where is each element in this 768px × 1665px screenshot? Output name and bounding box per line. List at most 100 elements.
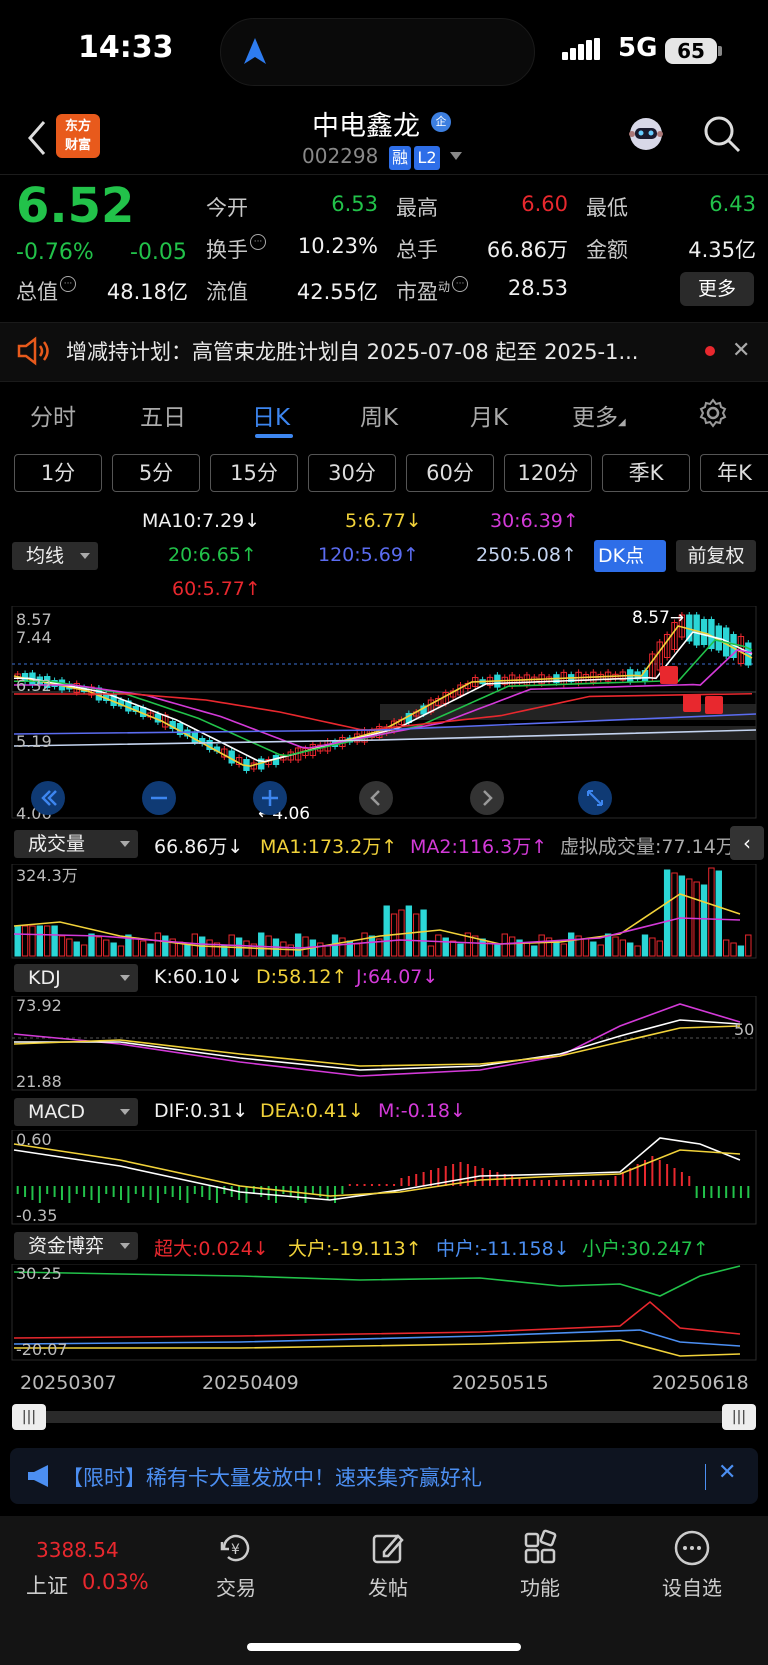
macd-dif: DIF:0.31↓	[154, 1100, 249, 1122]
macd-chart[interactable]	[0, 1130, 768, 1226]
function-icon[interactable]	[520, 1528, 560, 1568]
back-icon[interactable]	[22, 118, 52, 158]
macd-y-bottom: -0.35	[16, 1206, 58, 1225]
range-handle-left[interactable]: |||	[12, 1404, 46, 1430]
period-30min[interactable]: 30分	[308, 454, 396, 492]
period-year-k[interactable]: 年K	[700, 454, 768, 492]
nav-trade[interactable]: 交易	[186, 1572, 286, 1601]
ma60-value: 60:5.77↑	[172, 578, 261, 600]
tab-five-day[interactable]: 五日	[140, 398, 186, 432]
info-icon[interactable]: ···	[452, 276, 469, 292]
promo-text[interactable]: 【限时】稀有卡大量发放中！速来集齐赢好礼	[62, 1462, 482, 1492]
unread-dot	[705, 346, 715, 356]
volume-bar	[619, 939, 627, 957]
info-icon[interactable]: ···	[60, 276, 76, 292]
virtual-volume: 虚拟成交量:77.14万	[560, 836, 735, 858]
period-120min[interactable]: 120分	[504, 454, 592, 492]
rewind-icon[interactable]	[30, 780, 66, 816]
volume-bar	[700, 884, 708, 957]
ma10-line	[14, 631, 753, 763]
trade-icon[interactable]: ¥	[216, 1528, 256, 1568]
ma-selector[interactable]: 均线	[12, 542, 98, 570]
kdj-chart[interactable]	[0, 996, 768, 1092]
volume-bar	[258, 932, 265, 957]
kdj-mid: 50	[734, 1020, 755, 1039]
search-icon[interactable]	[702, 114, 742, 154]
index-percent[interactable]: 0.03%	[82, 1570, 149, 1594]
more-button[interactable]: 更多	[680, 272, 754, 306]
market-cap-label: 总值 ···	[16, 276, 76, 306]
pe-value: 28.53	[507, 276, 568, 300]
close-icon[interactable]: ✕	[732, 338, 750, 363]
fullscreen-icon[interactable]	[577, 780, 613, 816]
volume-bar	[80, 944, 88, 957]
more-dots-icon[interactable]	[672, 1528, 712, 1568]
ma250-value: 250:5.08↑	[476, 544, 577, 566]
stock-code[interactable]: 002298	[302, 144, 378, 168]
ma30-value: 30:6.39↑	[490, 510, 579, 532]
volume-bar	[88, 933, 95, 957]
macd-dea-line	[13, 1143, 741, 1197]
volume-bar	[368, 935, 376, 957]
robot-assistant-icon[interactable]	[624, 112, 668, 156]
post-icon[interactable]	[368, 1528, 408, 1568]
buy-signal-marker	[683, 694, 701, 712]
next-icon[interactable]	[469, 780, 505, 816]
funds-chart[interactable]	[0, 1264, 768, 1362]
period-15min[interactable]: 15分	[210, 454, 298, 492]
funds-selector[interactable]: 资金博弈	[14, 1232, 138, 1260]
funds-super: 超大:0.024↓	[154, 1238, 269, 1260]
kdj-y-top: 73.92	[16, 996, 62, 1015]
volume-bar	[95, 936, 103, 957]
y-label-3: 6.32	[16, 676, 52, 695]
period-1min[interactable]: 1分	[14, 454, 102, 492]
period-quarter-k[interactable]: 季K	[602, 454, 690, 492]
macd-selector[interactable]: MACD	[14, 1098, 138, 1126]
ma120-value: 120:5.69↑	[318, 544, 419, 566]
range-handle-right[interactable]: |||	[722, 1404, 756, 1430]
kdj-y-bottom: 21.88	[16, 1072, 62, 1091]
period-5min[interactable]: 5分	[112, 454, 200, 492]
chevron-down-icon[interactable]	[450, 152, 462, 160]
tab-more[interactable]: 更多◢	[572, 398, 626, 432]
tab-monthly-k[interactable]: 月K	[470, 398, 508, 432]
collapse-icon[interactable]: ‹	[730, 826, 764, 860]
dk-point-button[interactable]: DK点	[594, 540, 666, 572]
vol-y-top: 324.3万	[16, 866, 78, 885]
adjust-button[interactable]: 前复权	[676, 540, 756, 572]
nav-post[interactable]: 发帖	[338, 1572, 438, 1601]
volume-chart[interactable]	[0, 864, 768, 960]
tab-daily-k[interactable]: 日K	[252, 398, 290, 432]
period-60min[interactable]: 60分	[406, 454, 494, 492]
kdj-selector[interactable]: KDJ	[14, 964, 138, 992]
volume-bar	[737, 945, 745, 957]
close-icon[interactable]: ✕	[718, 1460, 736, 1485]
app-logo: 东方 财富	[56, 114, 100, 158]
tab-intraday[interactable]: 分时	[30, 398, 76, 432]
nav-watchlist[interactable]: 设自选	[642, 1572, 742, 1601]
notice-text[interactable]: 增减持计划：高管束龙胜计划自 2025-07-08 起至 2025-1...	[66, 336, 676, 366]
open-label: 今开	[206, 196, 248, 220]
index-value[interactable]: 3388.54	[36, 1538, 119, 1562]
volume-bar	[604, 933, 612, 957]
pe-label: 市盈动 ···	[396, 276, 469, 306]
volume-bar	[147, 943, 154, 957]
range-track[interactable]	[16, 1411, 754, 1423]
stock-name[interactable]: 中电鑫龙	[312, 104, 420, 143]
index-name[interactable]: 上证	[26, 1570, 68, 1600]
volume-value: 66.86万↓	[154, 836, 244, 858]
prev-icon[interactable]	[358, 780, 394, 816]
zoom-in-icon[interactable]	[252, 780, 288, 816]
nav-function[interactable]: 功能	[490, 1572, 590, 1601]
volume-bar	[317, 942, 324, 957]
funds-small: 小户:30.247↑	[582, 1238, 709, 1260]
funds-small-line	[13, 1265, 741, 1297]
y-label-2: 7.44	[16, 628, 52, 647]
gear-icon[interactable]	[698, 398, 728, 428]
volume-selector[interactable]: 成交量	[14, 830, 138, 858]
zoom-out-icon[interactable]	[141, 780, 177, 816]
funds-y-top: 30.25	[16, 1264, 62, 1283]
info-icon[interactable]: ···	[250, 234, 266, 250]
tab-weekly-k[interactable]: 周K	[360, 398, 398, 432]
turnover-label: 换手 ···	[206, 234, 266, 264]
